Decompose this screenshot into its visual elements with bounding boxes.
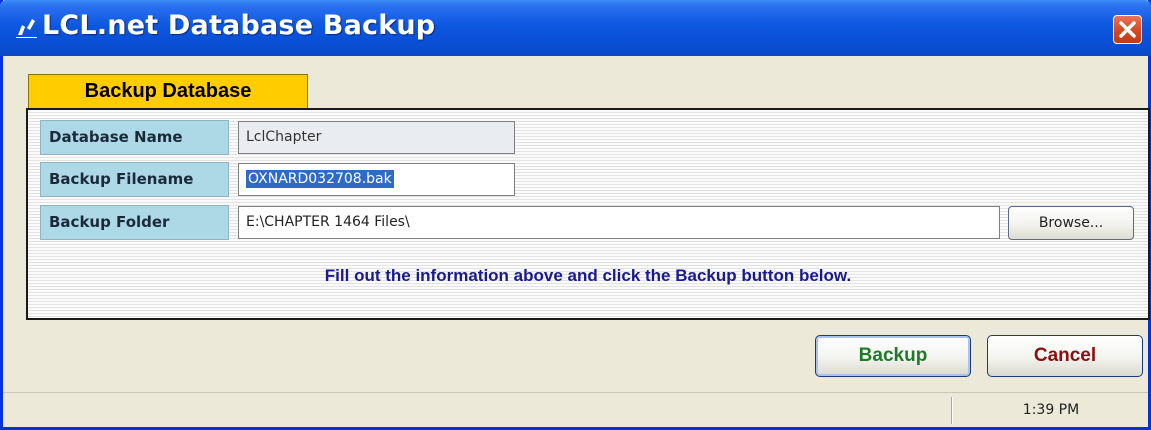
browse-button[interactable]: Browse... — [1008, 206, 1134, 240]
window-title: LCL.net Database Backup — [42, 10, 436, 41]
close-icon — [1119, 21, 1136, 38]
backup-filename-label: Backup Filename — [40, 162, 229, 197]
backup-folder-label: Backup Folder — [40, 205, 229, 240]
backup-dialog-window: LCL.net Database Backup Backup Database … — [0, 0, 1151, 430]
backup-filename-field[interactable]: OXNARD032708.bak — [238, 163, 515, 196]
status-time: 1:39 PM — [1022, 402, 1080, 418]
instructions-text: Fill out the information above and click… — [324, 266, 852, 285]
tab-backup-database[interactable]: Backup Database — [28, 74, 308, 109]
backup-folder-field[interactable]: E:\CHAPTER 1464 Files\ — [238, 206, 1000, 239]
status-bar: 1:39 PM — [3, 392, 1148, 427]
status-divider — [951, 397, 952, 424]
cancel-button[interactable]: Cancel — [987, 335, 1143, 377]
database-name-label: Database Name — [40, 120, 229, 155]
title-bar[interactable]: LCL.net Database Backup — [0, 0, 1151, 56]
backup-filename-value: OXNARD032708.bak — [246, 170, 394, 188]
backup-form-panel: Database Name LclChapter Backup Filename… — [26, 108, 1150, 320]
backup-button[interactable]: Backup — [815, 335, 971, 377]
app-icon — [14, 14, 40, 40]
close-button[interactable] — [1113, 15, 1142, 44]
database-name-field[interactable]: LclChapter — [238, 121, 515, 154]
